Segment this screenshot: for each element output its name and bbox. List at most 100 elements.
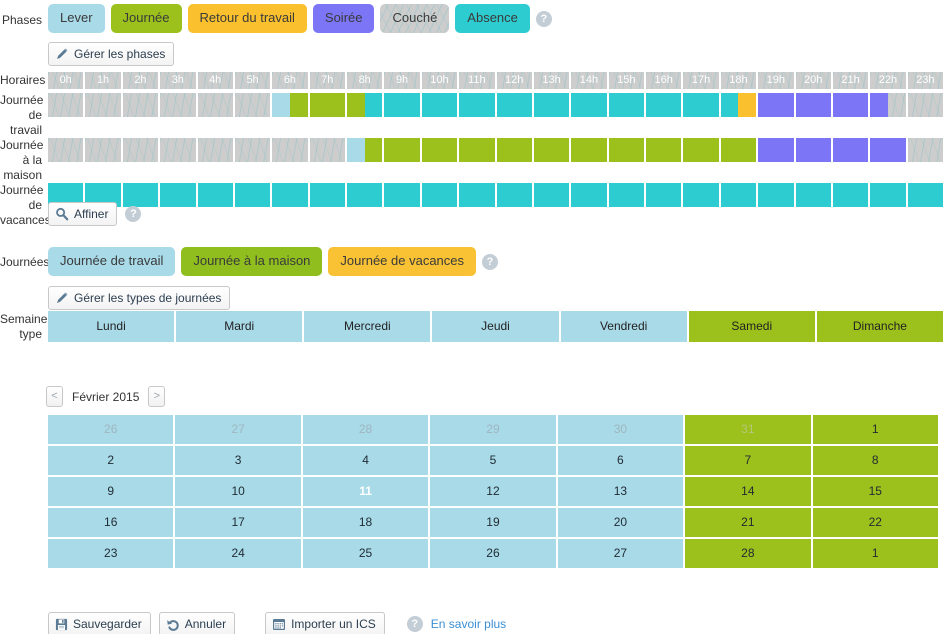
calendar-day-2-5[interactable]: 14 xyxy=(685,477,811,506)
schedule-cell-2-6[interactable] xyxy=(272,183,308,207)
schedule-cell-2-20[interactable] xyxy=(795,183,831,207)
schedule-cell-0-9[interactable] xyxy=(384,93,420,117)
weektype-day-0[interactable]: Lundi xyxy=(48,311,175,342)
schedule-cell-1-13[interactable] xyxy=(533,138,570,162)
calendar-day-0-2[interactable]: 28 xyxy=(302,415,429,444)
schedule-cell-1-19[interactable] xyxy=(758,138,794,162)
calendar-day-3-3[interactable]: 19 xyxy=(430,508,556,537)
schedule-cell-0-17[interactable] xyxy=(683,93,719,117)
schedule-cell-2-9[interactable] xyxy=(384,183,420,207)
calendar-day-2-2[interactable]: 11 xyxy=(302,477,429,506)
calendar-day-4-2[interactable]: 25 xyxy=(302,539,429,568)
schedule-cell-0-0[interactable] xyxy=(48,93,84,117)
calendar-day-2-1[interactable]: 10 xyxy=(175,477,301,506)
save-button[interactable]: Sauvegarder xyxy=(48,612,151,634)
calendar-day-3-0[interactable]: 16 xyxy=(48,508,174,537)
schedule-cell-1-22[interactable] xyxy=(870,138,906,162)
schedule-cell-0-22[interactable] xyxy=(870,93,906,117)
calendar-day-0-5[interactable]: 31 xyxy=(685,415,811,444)
schedule-cell-0-15[interactable] xyxy=(608,93,644,117)
schedule-cell-2-10[interactable] xyxy=(421,183,458,207)
learn-more-help-icon[interactable]: ? xyxy=(406,616,423,632)
schedule-cell-1-20[interactable] xyxy=(795,138,831,162)
schedule-cell-1-10[interactable] xyxy=(421,138,458,162)
schedule-cell-1-15[interactable] xyxy=(608,138,644,162)
calendar-day-4-4[interactable]: 27 xyxy=(557,539,684,568)
schedule-cell-1-14[interactable] xyxy=(571,138,607,162)
calendar-day-2-4[interactable]: 13 xyxy=(557,477,684,506)
calendar-day-1-3[interactable]: 5 xyxy=(430,446,556,475)
phase-button-5[interactable]: Absence xyxy=(455,4,530,33)
calendar-day-4-1[interactable]: 24 xyxy=(175,539,301,568)
schedule-cell-1-4[interactable] xyxy=(197,138,233,162)
schedule-cell-1-17[interactable] xyxy=(683,138,719,162)
schedule-cell-0-5[interactable] xyxy=(234,93,271,117)
calendar-day-4-6[interactable]: 1 xyxy=(812,539,938,568)
schedule-cell-0-16[interactable] xyxy=(646,93,682,117)
schedule-cell-2-5[interactable] xyxy=(234,183,271,207)
refine-button[interactable]: Affiner xyxy=(48,202,118,226)
calendar-day-1-2[interactable]: 4 xyxy=(302,446,429,475)
schedule-cell-2-17[interactable] xyxy=(683,183,719,207)
schedule-cell-2-23[interactable] xyxy=(907,183,943,207)
calendar-day-2-6[interactable]: 15 xyxy=(812,477,938,506)
phase-button-4[interactable]: Couché xyxy=(380,4,450,33)
schedule-cell-1-16[interactable] xyxy=(646,138,682,162)
schedule-cell-2-13[interactable] xyxy=(533,183,570,207)
calendar-day-3-2[interactable]: 18 xyxy=(302,508,429,537)
schedule-cell-2-3[interactable] xyxy=(160,183,196,207)
schedule-cell-0-2[interactable] xyxy=(122,93,159,117)
schedule-track-2[interactable] xyxy=(48,183,943,207)
schedule-cell-0-21[interactable] xyxy=(832,93,869,117)
phase-button-0[interactable]: Lever xyxy=(48,4,105,33)
calendar-day-1-0[interactable]: 2 xyxy=(48,446,174,475)
learn-more-link[interactable]: En savoir plus xyxy=(431,617,506,631)
calendar-day-1-6[interactable]: 8 xyxy=(812,446,938,475)
calendar-day-2-3[interactable]: 12 xyxy=(430,477,556,506)
schedule-cell-0-18[interactable] xyxy=(720,93,757,117)
schedule-cell-0-4[interactable] xyxy=(197,93,233,117)
phase-button-1[interactable]: Journée xyxy=(110,4,182,33)
schedule-cell-1-8[interactable] xyxy=(347,138,383,162)
cancel-button[interactable]: Annuler xyxy=(158,612,236,634)
calendar-day-3-4[interactable]: 20 xyxy=(557,508,684,537)
calendar-day-1-4[interactable]: 6 xyxy=(557,446,684,475)
weektype-day-6[interactable]: Dimanche xyxy=(816,311,943,342)
schedule-cell-0-20[interactable] xyxy=(795,93,831,117)
schedule-cell-0-7[interactable] xyxy=(309,93,345,117)
manage-phases-button[interactable]: Gérer les phases xyxy=(48,42,175,66)
weektype-day-1[interactable]: Mardi xyxy=(176,311,303,342)
schedule-cell-0-8[interactable] xyxy=(347,93,383,117)
phase-button-2[interactable]: Retour du travail xyxy=(187,4,307,33)
schedule-cell-0-13[interactable] xyxy=(533,93,570,117)
schedule-cell-2-11[interactable] xyxy=(459,183,495,207)
daytypes-help-icon[interactable]: ? xyxy=(482,253,499,270)
calendar-day-3-6[interactable]: 22 xyxy=(812,508,938,537)
weektype-day-3[interactable]: Jeudi xyxy=(432,311,559,342)
schedule-cell-1-12[interactable] xyxy=(496,138,532,162)
schedule-cell-0-19[interactable] xyxy=(758,93,794,117)
phase-button-3[interactable]: Soirée xyxy=(312,4,375,33)
phases-help-icon[interactable]: ? xyxy=(535,10,552,27)
calendar-day-2-0[interactable]: 9 xyxy=(48,477,174,506)
weektype-day-2[interactable]: Mercredi xyxy=(304,311,431,342)
schedule-cell-1-11[interactable] xyxy=(459,138,495,162)
schedule-cell-1-2[interactable] xyxy=(122,138,159,162)
schedule-cell-1-1[interactable] xyxy=(85,138,121,162)
daytype-button-0[interactable]: Journée de travail xyxy=(48,247,176,276)
weektype-day-4[interactable]: Vendredi xyxy=(560,311,687,342)
schedule-cell-0-23[interactable] xyxy=(907,93,943,117)
schedule-cell-2-21[interactable] xyxy=(832,183,869,207)
calendar-day-0-3[interactable]: 29 xyxy=(430,415,556,444)
schedule-cell-1-23[interactable] xyxy=(907,138,943,162)
calendar-day-4-0[interactable]: 23 xyxy=(48,539,174,568)
schedule-cell-2-8[interactable] xyxy=(347,183,383,207)
schedule-cell-1-5[interactable] xyxy=(234,138,271,162)
schedule-track-0[interactable] xyxy=(48,93,943,117)
schedule-cell-1-0[interactable] xyxy=(48,138,84,162)
schedule-cell-1-9[interactable] xyxy=(384,138,420,162)
schedule-cell-2-4[interactable] xyxy=(197,183,233,207)
schedule-cell-2-22[interactable] xyxy=(870,183,906,207)
schedule-cell-0-10[interactable] xyxy=(421,93,458,117)
schedule-cell-0-1[interactable] xyxy=(85,93,121,117)
